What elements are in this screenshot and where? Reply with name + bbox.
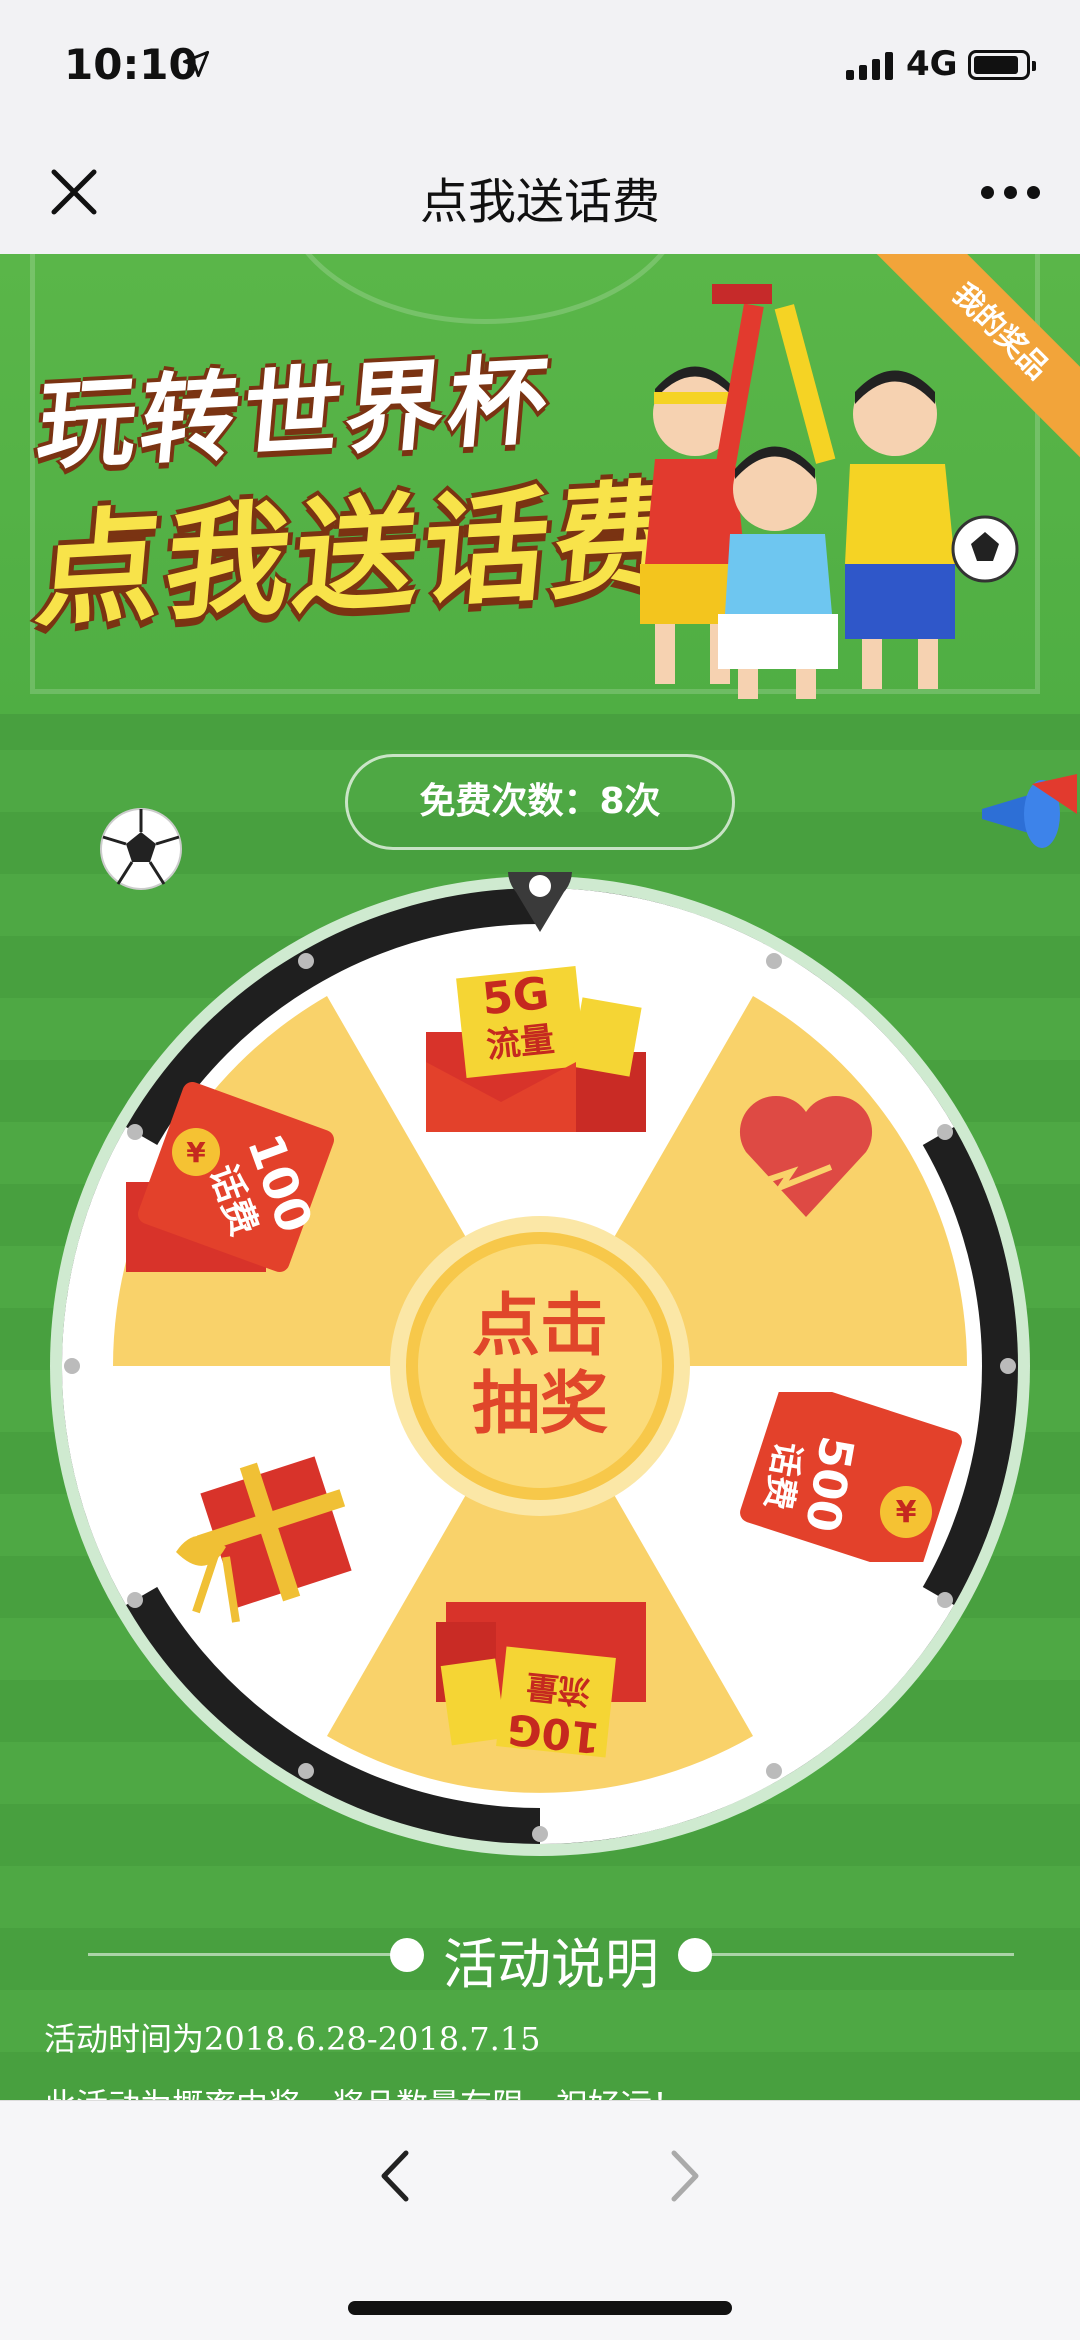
section-header: 活动说明 bbox=[88, 1914, 1014, 1996]
content-area[interactable]: 玩转世界杯 点我送话费 我的奖品 免费次数：8次 5G 流量 ¥ 500 话费 … bbox=[0, 254, 1080, 2100]
prize-10g-label: 10G 流量 bbox=[492, 1661, 621, 1763]
back-chevron-icon[interactable] bbox=[370, 2141, 420, 2211]
prize-500-label: 500 话费 bbox=[748, 1413, 865, 1548]
page-title: 点我送话费 bbox=[419, 174, 660, 230]
gift-box-icon bbox=[176, 1456, 352, 1623]
section-title: 活动说明 bbox=[443, 1933, 659, 1996]
draw-button[interactable]: 点击 抽奖 bbox=[395, 1221, 685, 1511]
svg-text:¥: ¥ bbox=[896, 1495, 917, 1530]
draw-button-line1: 点击 bbox=[471, 1287, 608, 1366]
status-time: 10:10 bbox=[64, 40, 198, 89]
more-icon[interactable] bbox=[970, 172, 1050, 212]
nav-bar: 点我送话费 bbox=[0, 132, 1080, 254]
network-type: 4G bbox=[906, 44, 958, 84]
horn-icon bbox=[982, 774, 1077, 848]
prize-5g-label: 5G 流量 bbox=[454, 968, 583, 1072]
banner: 玩转世界杯 点我送话费 我的奖品 bbox=[0, 254, 1080, 714]
prize-10g-top: 10G bbox=[504, 1704, 603, 1763]
draw-button-line2: 抽奖 bbox=[471, 1365, 608, 1444]
browser-toolbar bbox=[0, 2100, 1080, 2340]
location-arrow-icon bbox=[182, 50, 210, 78]
banner-title-2: 点我送话费 bbox=[30, 467, 688, 645]
activity-note-text: 此活动为概率中奖，奖品数量有限，祝好运！ bbox=[44, 2080, 684, 2100]
forward-chevron-icon[interactable] bbox=[660, 2141, 710, 2211]
status-bar: 10:10 4G bbox=[0, 0, 1080, 132]
battery-icon bbox=[968, 50, 1036, 80]
lottery-wheel[interactable]: 5G 流量 ¥ 500 话费 10G 流量 ¥ 100 话费 点击 抽奖 bbox=[46, 872, 1034, 1860]
free-count-badge: 免费次数：8次 bbox=[345, 754, 735, 850]
broken-heart-icon bbox=[739, 1095, 873, 1217]
signal-icon bbox=[846, 52, 893, 80]
activity-time-text: 活动时间为2018.6.28-2018.7.15 bbox=[44, 2020, 541, 2058]
home-indicator bbox=[348, 2301, 732, 2315]
